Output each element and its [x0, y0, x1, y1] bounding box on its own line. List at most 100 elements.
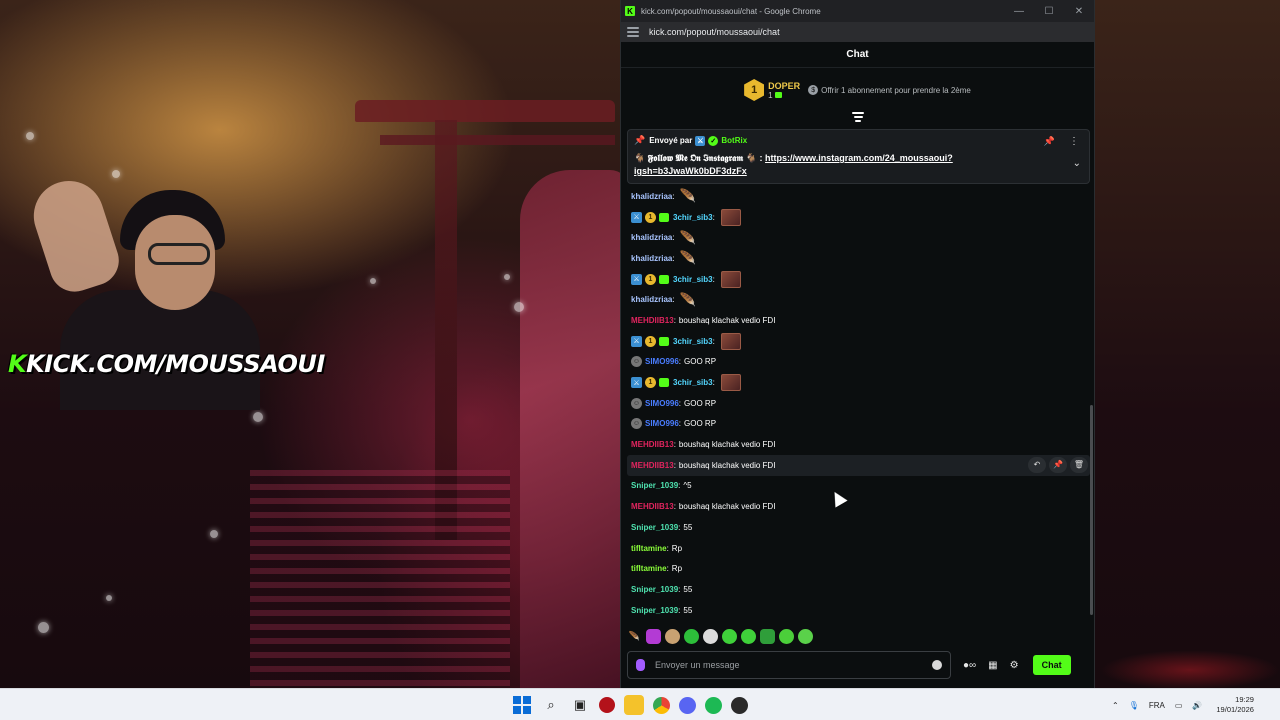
- clock[interactable]: 19:29 19/01/2026: [1216, 695, 1254, 715]
- unpin-icon[interactable]: 📌: [1044, 136, 1055, 147]
- emote-pepe-sick-icon[interactable]: [798, 628, 813, 644]
- system-tray: ⌃ 🎙 FRA ▭ 🔊 19:29 19/01/2026: [1112, 689, 1254, 720]
- chat-username[interactable]: 3chir_sib3: [673, 337, 713, 346]
- chat-message[interactable]: MEHDIIB13: boushaq klachak vedio FDI ↶ 📌 🗑: [627, 454, 1090, 476]
- url-text[interactable]: kick.com/popout/moussaoui/chat: [649, 27, 780, 37]
- volume-icon[interactable]: 🔊: [1192, 701, 1202, 710]
- chat-username[interactable]: SIMO996: [645, 419, 679, 428]
- chat-username[interactable]: 3chir_sib3: [673, 213, 713, 222]
- chat-message[interactable]: khalidzriaa: 🪶: [627, 289, 1090, 310]
- emote-skull-icon[interactable]: [703, 628, 718, 644]
- chat-message[interactable]: ⚔ 1 3chir_sib3:: [627, 269, 1090, 290]
- chat-username[interactable]: SIMO996: [645, 357, 679, 366]
- moderator-badge-icon: ⚔: [631, 377, 642, 389]
- top-gifter[interactable]: DOPER 1: [768, 81, 800, 100]
- chat-username[interactable]: tifltamine: [631, 564, 667, 573]
- chat-username[interactable]: tifltamine: [631, 544, 667, 553]
- pin-message-icon[interactable]: 📌: [1049, 456, 1067, 473]
- emote-pepe-hat-icon[interactable]: [779, 628, 794, 644]
- discord-icon[interactable]: [679, 696, 696, 714]
- settings-gear-icon[interactable]: ⚙: [1010, 660, 1019, 671]
- chat-message[interactable]: Sniper_1039:55: [627, 579, 1090, 600]
- chat-input[interactable]: Envoyer un message: [627, 651, 951, 679]
- maximize-button[interactable]: ☐: [1034, 6, 1064, 17]
- network-icon[interactable]: ▭: [1175, 701, 1183, 710]
- chat-username[interactable]: khalidzriaa: [631, 192, 672, 201]
- emote-cup-icon[interactable]: [760, 628, 775, 644]
- chat-message[interactable]: MEHDIIB13: boushaq klachak vedio FDI: [627, 496, 1090, 517]
- emote-pepe-icon[interactable]: [722, 628, 737, 644]
- emote-feather-icon[interactable]: 🪶: [627, 629, 642, 644]
- collapse-menu-icon[interactable]: [852, 112, 864, 122]
- emote-image-icon: [720, 374, 741, 392]
- minimize-button[interactable]: —: [1004, 6, 1034, 17]
- emoji-picker-icon[interactable]: [932, 660, 942, 670]
- chat-message[interactable]: ⚔ 1 3chir_sib3:: [627, 207, 1090, 228]
- chat-username[interactable]: khalidzriaa: [631, 295, 672, 304]
- chat-username[interactable]: Sniper_1039: [631, 481, 678, 490]
- emote-pepe-laugh-icon[interactable]: [741, 628, 756, 644]
- chat-username[interactable]: khalidzriaa: [631, 233, 672, 242]
- language-indicator[interactable]: FRA: [1149, 701, 1165, 710]
- task-view-icon[interactable]: ▣: [570, 695, 590, 715]
- chat-username[interactable]: MEHDIIB13: [631, 502, 674, 511]
- kicks-points-icon[interactable]: ●∞: [963, 660, 976, 671]
- tray-chevron-up-icon[interactable]: ⌃: [1112, 701, 1119, 710]
- particle: [504, 274, 510, 280]
- chat-username[interactable]: Sniper_1039: [631, 606, 678, 615]
- chrome-icon[interactable]: [653, 696, 670, 714]
- address-bar[interactable]: kick.com/popout/moussaoui/chat: [621, 22, 1094, 42]
- file-explorer-icon[interactable]: [624, 695, 644, 715]
- chat-username[interactable]: Sniper_1039: [631, 523, 678, 532]
- search-icon[interactable]: ⌕: [541, 695, 561, 715]
- chat-username[interactable]: MEHDIIB13: [631, 440, 674, 449]
- emote-dance-icon[interactable]: [646, 628, 661, 644]
- game-launcher-icon[interactable]: [731, 696, 748, 714]
- chat-username[interactable]: Sniper_1039: [631, 585, 678, 594]
- window-titlebar[interactable]: K kick.com/popout/moussaoui/chat - Googl…: [621, 0, 1094, 22]
- chat-message[interactable]: Sniper_1039:55: [627, 517, 1090, 538]
- chat-message[interactable]: tifltamine: Rp: [627, 558, 1090, 579]
- chat-message[interactable]: Sniper_1039: ^5: [627, 476, 1090, 497]
- chat-username[interactable]: MEHDIIB13: [631, 461, 674, 470]
- site-settings-icon[interactable]: [627, 27, 639, 37]
- chat-message[interactable]: ⚔ 1 3chir_sib3:: [627, 331, 1090, 352]
- more-options-icon[interactable]: ⋮: [1069, 136, 1079, 147]
- chat-scrollbar[interactable]: [1090, 405, 1093, 615]
- chat-message[interactable]: MEHDIIB13: boushaq klachak vedio FDI: [627, 310, 1090, 331]
- chat-username[interactable]: khalidzriaa: [631, 254, 672, 263]
- chat-username[interactable]: SIMO996: [645, 399, 679, 408]
- chat-message[interactable]: Sniper_1039:55: [627, 600, 1090, 621]
- chat-message[interactable]: ⚔ 1 3chir_sib3:: [627, 372, 1090, 393]
- store-icon[interactable]: ▦: [988, 660, 997, 671]
- close-button[interactable]: ✕: [1064, 6, 1094, 17]
- chat-message[interactable]: MEHDIIB13: boushaq klachak vedio FDI: [627, 434, 1090, 455]
- emote-face-icon[interactable]: [665, 628, 680, 644]
- microphone-icon[interactable]: [636, 659, 645, 671]
- gift-sub-prompt[interactable]: Offrir 1 abonnement pour prendre la 2ème: [821, 86, 971, 95]
- chevron-down-icon[interactable]: ⌄: [1073, 158, 1081, 169]
- start-windows-icon[interactable]: [512, 695, 532, 715]
- microphone-tray-icon[interactable]: 🎙: [1129, 701, 1139, 710]
- chat-input-placeholder[interactable]: Envoyer un message: [655, 660, 932, 670]
- chat-message[interactable]: khalidzriaa: 🪶: [627, 248, 1090, 269]
- obs-app-icon[interactable]: [599, 697, 615, 713]
- spotify-icon[interactable]: [705, 696, 722, 714]
- chat-message[interactable]: ☺ SIMO996: GOO RP: [627, 393, 1090, 414]
- chat-message[interactable]: khalidzriaa: 🪶: [627, 227, 1090, 248]
- send-chat-button[interactable]: Chat: [1032, 655, 1071, 675]
- chat-message[interactable]: ☺ SIMO996: GOO RP: [627, 414, 1090, 435]
- chat-message[interactable]: khalidzriaa: 🪶: [627, 186, 1090, 207]
- chat-message[interactable]: tifltamine: Rp: [627, 538, 1090, 559]
- reply-icon[interactable]: ↶: [1028, 456, 1046, 473]
- pinned-sender[interactable]: BotRix: [721, 136, 747, 145]
- delete-icon[interactable]: 🗑: [1070, 456, 1088, 473]
- chat-message-text: boushaq klachak vedio FDI: [678, 502, 776, 512]
- chat-header: Chat: [621, 42, 1094, 68]
- chat-username[interactable]: 3chir_sib3: [673, 275, 713, 284]
- chat-message[interactable]: ☺ SIMO996: GOO RP: [627, 352, 1090, 373]
- chat-username[interactable]: 3chir_sib3: [673, 378, 713, 387]
- subscriber-badge-icon: [659, 336, 669, 346]
- chat-username[interactable]: MEHDIIB13: [631, 316, 674, 325]
- emote-frog-icon[interactable]: [684, 628, 699, 644]
